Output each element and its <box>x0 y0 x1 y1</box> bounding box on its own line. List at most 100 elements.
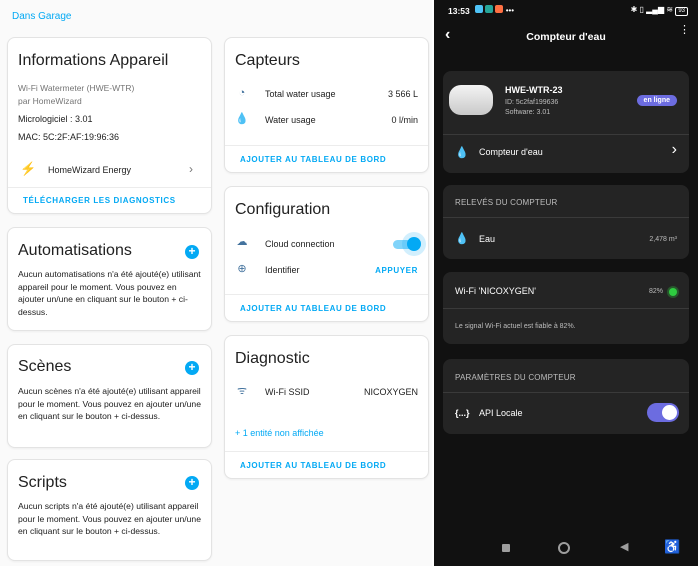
add-to-dashboard-button[interactable]: AJOUTER AU TABLEAU DE BORD <box>240 155 386 164</box>
system-icons: ✱ ▯ ▂▄▆ ≋ 93 <box>631 5 688 16</box>
diagnostic-title: Diagnostic <box>235 350 310 367</box>
wifi-icon: ᯤ <box>236 385 248 397</box>
notification-icons: ••• <box>475 5 514 15</box>
hidden-entities-link[interactable]: + 1 entité non affichée <box>235 428 324 438</box>
lightning-icon: ⚡ <box>20 161 37 176</box>
sensor-row-total-water[interactable]: ◔ Total water usage 3 566 L <box>225 86 430 104</box>
sensors-card: Capteurs ◔ Total water usage 3 566 L 💧 W… <box>224 37 429 173</box>
wifi-signal-note: Le signal Wi-Fi actuel est fiable à 82%. <box>455 323 576 330</box>
bluetooth-icon: ✱ <box>630 5 638 14</box>
device-link-row[interactable]: 💧 Compteur d'eau › <box>443 135 689 171</box>
cloud-icon: ☁ <box>236 236 248 248</box>
add-automation-button[interactable]: + <box>185 245 199 259</box>
signal-icon: ▂▄▆ <box>646 5 665 14</box>
water-drop-icon: 💧 <box>455 147 469 159</box>
divider <box>443 217 689 218</box>
cloud-connection-toggle[interactable] <box>393 237 421 251</box>
divider <box>225 451 428 452</box>
app-notification-icon <box>485 5 494 13</box>
vibrate-icon: ▯ <box>639 5 644 14</box>
device-manufacturer: par HomeWizard <box>18 96 82 106</box>
divider <box>225 294 428 295</box>
integration-row[interactable]: ⚡ HomeWizard Energy › <box>8 158 213 182</box>
scripts-card: Scripts + Aucun scripts n'a été ajouté(e… <box>7 459 212 561</box>
sensor-label: Water usage <box>265 115 316 125</box>
settings-card: PARAMÈTRES DU COMPTEUR {...} API Locale <box>443 359 689 434</box>
divider <box>8 187 211 188</box>
identify-label: Identifier <box>265 265 300 275</box>
add-scene-button[interactable]: + <box>185 361 199 375</box>
device-card: HWE-WTR-23 ID: 5c2faf199636 Software: 3.… <box>443 71 689 173</box>
toggle-knob <box>662 405 677 420</box>
wifi-network-label: Wi-Fi 'NICOXYGEN' <box>455 286 536 296</box>
homewizard-app-screen: 13:53 ••• ✱ ▯ ▂▄▆ ≋ 93 ‹ Compteur d'eau … <box>434 0 698 566</box>
diagnostic-card: Diagnostic ᯤ Wi-Fi SSID NICOXYGEN + 1 en… <box>224 335 429 479</box>
app-notification-icon <box>475 5 483 13</box>
cloud-connection-row: ☁ Cloud connection <box>225 236 430 254</box>
wifi-status-dot <box>669 288 677 296</box>
device-mac: MAC: 5C:2F:AF:19:96:36 <box>18 132 120 142</box>
online-status-badge: en ligne <box>636 95 677 106</box>
identify-press-button[interactable]: APPUYER <box>375 266 418 275</box>
add-to-dashboard-button[interactable]: AJOUTER AU TABLEAU DE BORD <box>240 461 386 470</box>
sensor-value: 3 566 L <box>387 89 418 99</box>
add-to-dashboard-button[interactable]: AJOUTER AU TABLEAU DE BORD <box>240 304 386 313</box>
home-assistant-device-page: Dans Garage Informations Appareil Wi-Fi … <box>0 0 432 566</box>
home-button[interactable] <box>558 542 570 554</box>
settings-section-title: PARAMÈTRES DU COMPTEUR <box>455 373 576 382</box>
breadcrumb-back-link[interactable]: Dans Garage <box>12 11 71 22</box>
recent-apps-button[interactable] <box>502 544 510 552</box>
sensor-label: Total water usage <box>265 89 336 99</box>
water-drop-icon: 💧 <box>235 113 249 125</box>
device-info-card: Informations Appareil Wi-Fi Watermeter (… <box>7 37 212 214</box>
back-button[interactable]: ◀ <box>620 540 628 553</box>
screen-title: Compteur d'eau <box>526 31 606 43</box>
scripts-empty-text: Aucun scripts n'a été ajouté(e) utilisan… <box>18 501 201 536</box>
water-drop-icon: 💧 <box>455 233 469 245</box>
device-firmware: Micrologiciel : 3.01 <box>18 114 93 124</box>
cloud-connection-label: Cloud connection <box>265 239 335 249</box>
water-reading-value: 2,478 m³ <box>649 236 677 243</box>
add-script-button[interactable]: + <box>185 476 199 490</box>
scenes-title: Scènes <box>18 358 72 375</box>
chevron-right-icon: › <box>189 162 193 176</box>
more-options-icon[interactable]: ⋮ <box>679 25 690 36</box>
api-icon: {...} <box>455 408 470 418</box>
device-name: HWE-WTR-23 <box>505 85 563 95</box>
readings-card: RELEVÉS DU COMPTEUR 💧 Eau 2,478 m³ <box>443 185 689 259</box>
divider <box>443 392 689 393</box>
integration-name: HomeWizard Energy <box>48 165 132 175</box>
android-navigation-bar: ◀ ♿ <box>434 536 698 566</box>
device-link-label: Compteur d'eau <box>479 147 543 157</box>
configuration-card: Configuration ☁ Cloud connection ⊕ Ident… <box>224 186 429 322</box>
wifi-ssid-value: NICOXYGEN <box>363 387 418 397</box>
chevron-right-icon: › <box>671 141 677 158</box>
sensor-row-water-usage[interactable]: 💧 Water usage 0 l/min <box>225 112 430 130</box>
configuration-title: Configuration <box>235 201 331 218</box>
local-api-label: API Locale <box>479 408 523 418</box>
more-notifications-icon: ••• <box>505 6 515 15</box>
divider <box>443 308 689 309</box>
accessibility-icon[interactable]: ♿ <box>664 539 680 555</box>
device-info-title: Informations Appareil <box>18 52 169 69</box>
scripts-title: Scripts <box>18 474 67 491</box>
battery-icon: 93 <box>675 7 688 16</box>
wifi-card: Wi-Fi 'NICOXYGEN' 82% Le signal Wi-Fi ac… <box>443 272 689 344</box>
automations-empty-text: Aucun automatisations n'a été ajouté(e) … <box>18 269 201 317</box>
water-reading-label: Eau <box>479 234 496 244</box>
download-diagnostics-button[interactable]: TÉLÉCHARGER LES DIAGNOSTICS <box>23 196 176 205</box>
status-time: 13:53 <box>448 6 470 16</box>
wifi-ssid-label: Wi-Fi SSID <box>265 387 310 397</box>
gauge-icon: ◔ <box>238 87 246 99</box>
wifi-ssid-row[interactable]: ᯤ Wi-Fi SSID NICOXYGEN <box>225 384 430 402</box>
sensors-title: Capteurs <box>235 52 300 69</box>
sensor-value: 0 l/min <box>391 115 418 125</box>
status-bar: 13:53 ••• ✱ ▯ ▂▄▆ ≋ 93 <box>434 0 698 22</box>
device-id: ID: 5c2faf199636 <box>505 99 559 106</box>
crosshairs-question-icon: ⊕ <box>237 263 247 275</box>
local-api-toggle[interactable] <box>647 403 679 422</box>
automations-card: Automatisations + Aucun automatisations … <box>7 227 212 331</box>
scenes-empty-text: Aucun scènes n'a été ajouté(e) utilisant… <box>18 386 201 421</box>
wifi-percent: 82% <box>648 288 663 295</box>
wifi-icon: ≋ <box>666 5 674 14</box>
